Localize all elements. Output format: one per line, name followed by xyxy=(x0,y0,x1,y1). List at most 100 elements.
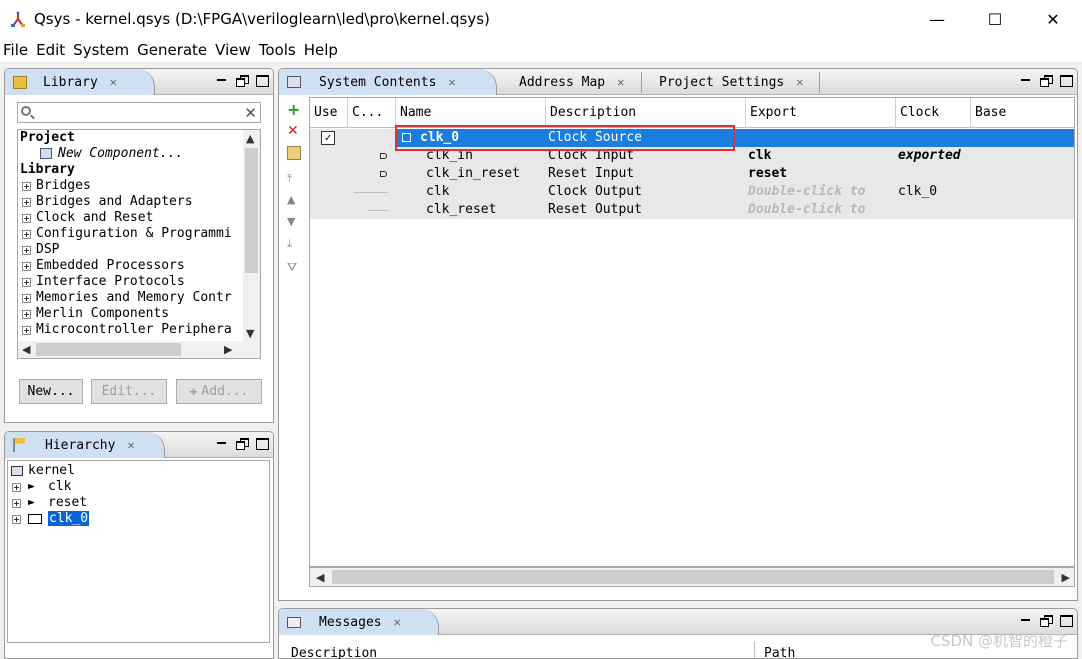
hierarchy-item-selected[interactable]: clk_0 xyxy=(8,511,269,527)
expand-icon[interactable] xyxy=(22,310,31,319)
hierarchy-root[interactable]: kernel xyxy=(8,463,269,479)
minimize-panel-icon[interactable] xyxy=(1019,73,1033,87)
library-item[interactable]: DSP xyxy=(18,242,260,258)
minimize-button[interactable]: — xyxy=(908,0,966,38)
filter-icon[interactable]: ⛛ xyxy=(287,260,301,274)
add-button[interactable]: ✚ Add... xyxy=(176,379,262,404)
tab-messages[interactable]: Messages ✕ xyxy=(279,609,439,635)
tab-hierarchy[interactable]: Hierarchy ✕ xyxy=(5,432,165,458)
menu-tools[interactable]: Tools xyxy=(259,41,296,59)
library-search-input[interactable]: ✕ xyxy=(17,102,261,123)
horizontal-scrollbar[interactable]: ◀ ▶ xyxy=(309,567,1075,587)
expand-icon[interactable] xyxy=(22,326,31,335)
expand-icon[interactable] xyxy=(22,198,31,207)
maximize-panel-icon[interactable] xyxy=(1059,73,1073,87)
scroll-up-icon[interactable]: ▲ xyxy=(246,132,254,145)
tab-system-contents[interactable]: System Contents ✕ xyxy=(279,69,497,95)
interface-clock[interactable]: clk_0 xyxy=(898,183,971,201)
expand-icon[interactable] xyxy=(12,515,21,524)
minimize-panel-icon[interactable] xyxy=(1019,613,1033,627)
menu-system[interactable]: System xyxy=(73,41,129,59)
maximize-button[interactable]: ☐ xyxy=(966,0,1024,38)
menu-help[interactable]: Help xyxy=(304,41,338,59)
library-item[interactable]: Embedded Processors xyxy=(18,258,260,274)
restore-panel-icon[interactable] xyxy=(1039,73,1053,87)
maximize-panel-icon[interactable] xyxy=(255,436,269,450)
library-item[interactable]: Bridges xyxy=(18,178,260,194)
scrollbar-thumb[interactable] xyxy=(332,570,1054,584)
new-button[interactable]: New... xyxy=(19,379,83,404)
interface-clock[interactable]: exported xyxy=(898,147,971,165)
column-header-connections[interactable]: C... xyxy=(348,98,396,128)
scrollbar-thumb[interactable] xyxy=(36,343,181,356)
column-header-export[interactable]: Export xyxy=(746,98,896,128)
horizontal-scrollbar[interactable]: ◀ ▶ xyxy=(18,341,260,358)
library-tree[interactable]: Project New Component... Library Bridges… xyxy=(17,129,261,359)
hierarchy-item[interactable]: clk xyxy=(8,479,269,495)
interface-export[interactable]: clk xyxy=(748,147,894,165)
tab-close-icon[interactable]: ✕ xyxy=(110,75,117,89)
library-item[interactable]: Clock and Reset xyxy=(18,210,260,226)
maximize-panel-icon[interactable] xyxy=(1059,613,1073,627)
scroll-left-icon[interactable]: ◀ xyxy=(316,571,324,584)
close-button[interactable]: ✕ xyxy=(1024,0,1082,38)
tab-close-icon[interactable]: ✕ xyxy=(617,75,624,89)
scroll-right-icon[interactable]: ▶ xyxy=(1062,571,1070,584)
library-item[interactable]: Bridges and Adapters xyxy=(18,194,260,210)
hierarchy-tree[interactable]: kernel clk reset clk_0 xyxy=(7,460,270,643)
tab-close-icon[interactable]: ✕ xyxy=(448,75,455,89)
remove-icon[interactable]: ✕ xyxy=(287,124,301,138)
maximize-panel-icon[interactable] xyxy=(255,73,269,87)
move-bottom-icon[interactable]: ⤓ xyxy=(287,237,301,251)
table-row[interactable]: clk_in_reset Reset Input reset xyxy=(310,165,1074,183)
restore-panel-icon[interactable] xyxy=(1039,613,1053,627)
use-checkbox[interactable]: ✓ xyxy=(321,131,335,145)
add-icon[interactable]: + xyxy=(287,102,301,118)
scroll-right-icon[interactable]: ▶ xyxy=(224,343,232,356)
new-component-item[interactable]: New Component... xyxy=(18,146,260,162)
tab-close-icon[interactable]: ✕ xyxy=(127,438,134,452)
tab-close-icon[interactable]: ✕ xyxy=(796,75,803,89)
system-contents-table[interactable]: Use C... Name Description Export Clock B… xyxy=(309,97,1075,567)
messages-header-description[interactable]: Description xyxy=(291,646,377,659)
expand-icon[interactable] xyxy=(22,182,31,191)
edit-icon[interactable] xyxy=(287,146,301,160)
restore-panel-icon[interactable] xyxy=(235,436,249,450)
library-item[interactable]: Configuration & Programmi xyxy=(18,226,260,242)
column-header-description[interactable]: Description xyxy=(546,98,746,128)
tab-library[interactable]: Library ✕ xyxy=(5,69,155,95)
tab-address-map[interactable]: Address Map ✕ xyxy=(511,69,624,95)
column-header-base[interactable]: Base xyxy=(971,98,1074,128)
scroll-left-icon[interactable]: ◀ xyxy=(22,343,30,356)
expand-icon[interactable] xyxy=(22,262,31,271)
expand-icon[interactable] xyxy=(22,294,31,303)
menu-edit[interactable]: Edit xyxy=(36,41,65,59)
scroll-down-icon[interactable]: ▼ xyxy=(246,327,254,340)
table-row[interactable]: clk Clock Output Double-click to clk_0 xyxy=(310,183,1074,201)
interface-export[interactable]: reset xyxy=(748,165,894,183)
menu-view[interactable]: View xyxy=(215,41,251,59)
expand-icon[interactable] xyxy=(22,230,31,239)
column-header-clock[interactable]: Clock xyxy=(896,98,971,128)
menu-generate[interactable]: Generate xyxy=(137,41,207,59)
column-header-name[interactable]: Name xyxy=(396,98,546,128)
tab-project-settings[interactable]: Project Settings ✕ xyxy=(651,69,803,95)
tab-close-icon[interactable]: ✕ xyxy=(394,615,401,629)
expand-icon[interactable] xyxy=(22,278,31,287)
edit-button[interactable]: Edit... xyxy=(91,379,167,404)
library-item[interactable]: Memories and Memory Contr xyxy=(18,290,260,306)
menu-file[interactable]: File xyxy=(3,41,28,59)
interface-export[interactable]: Double-click to xyxy=(748,201,894,219)
table-row[interactable]: clk_reset Reset Output Double-click to xyxy=(310,201,1074,219)
hierarchy-item[interactable]: reset xyxy=(8,495,269,511)
expand-icon[interactable] xyxy=(22,246,31,255)
scrollbar-thumb[interactable] xyxy=(245,148,258,273)
move-top-icon[interactable]: ⤒ xyxy=(287,172,301,186)
clear-search-icon[interactable]: ✕ xyxy=(244,104,257,122)
move-up-icon[interactable]: ▲ xyxy=(287,193,301,207)
interface-export[interactable]: Double-click to xyxy=(748,183,894,201)
vertical-scrollbar[interactable]: ▲ ▼ xyxy=(243,130,260,342)
move-down-icon[interactable]: ▼ xyxy=(287,215,301,229)
column-header-use[interactable]: Use xyxy=(310,98,348,128)
library-item[interactable]: Microcontroller Periphera xyxy=(18,322,260,338)
